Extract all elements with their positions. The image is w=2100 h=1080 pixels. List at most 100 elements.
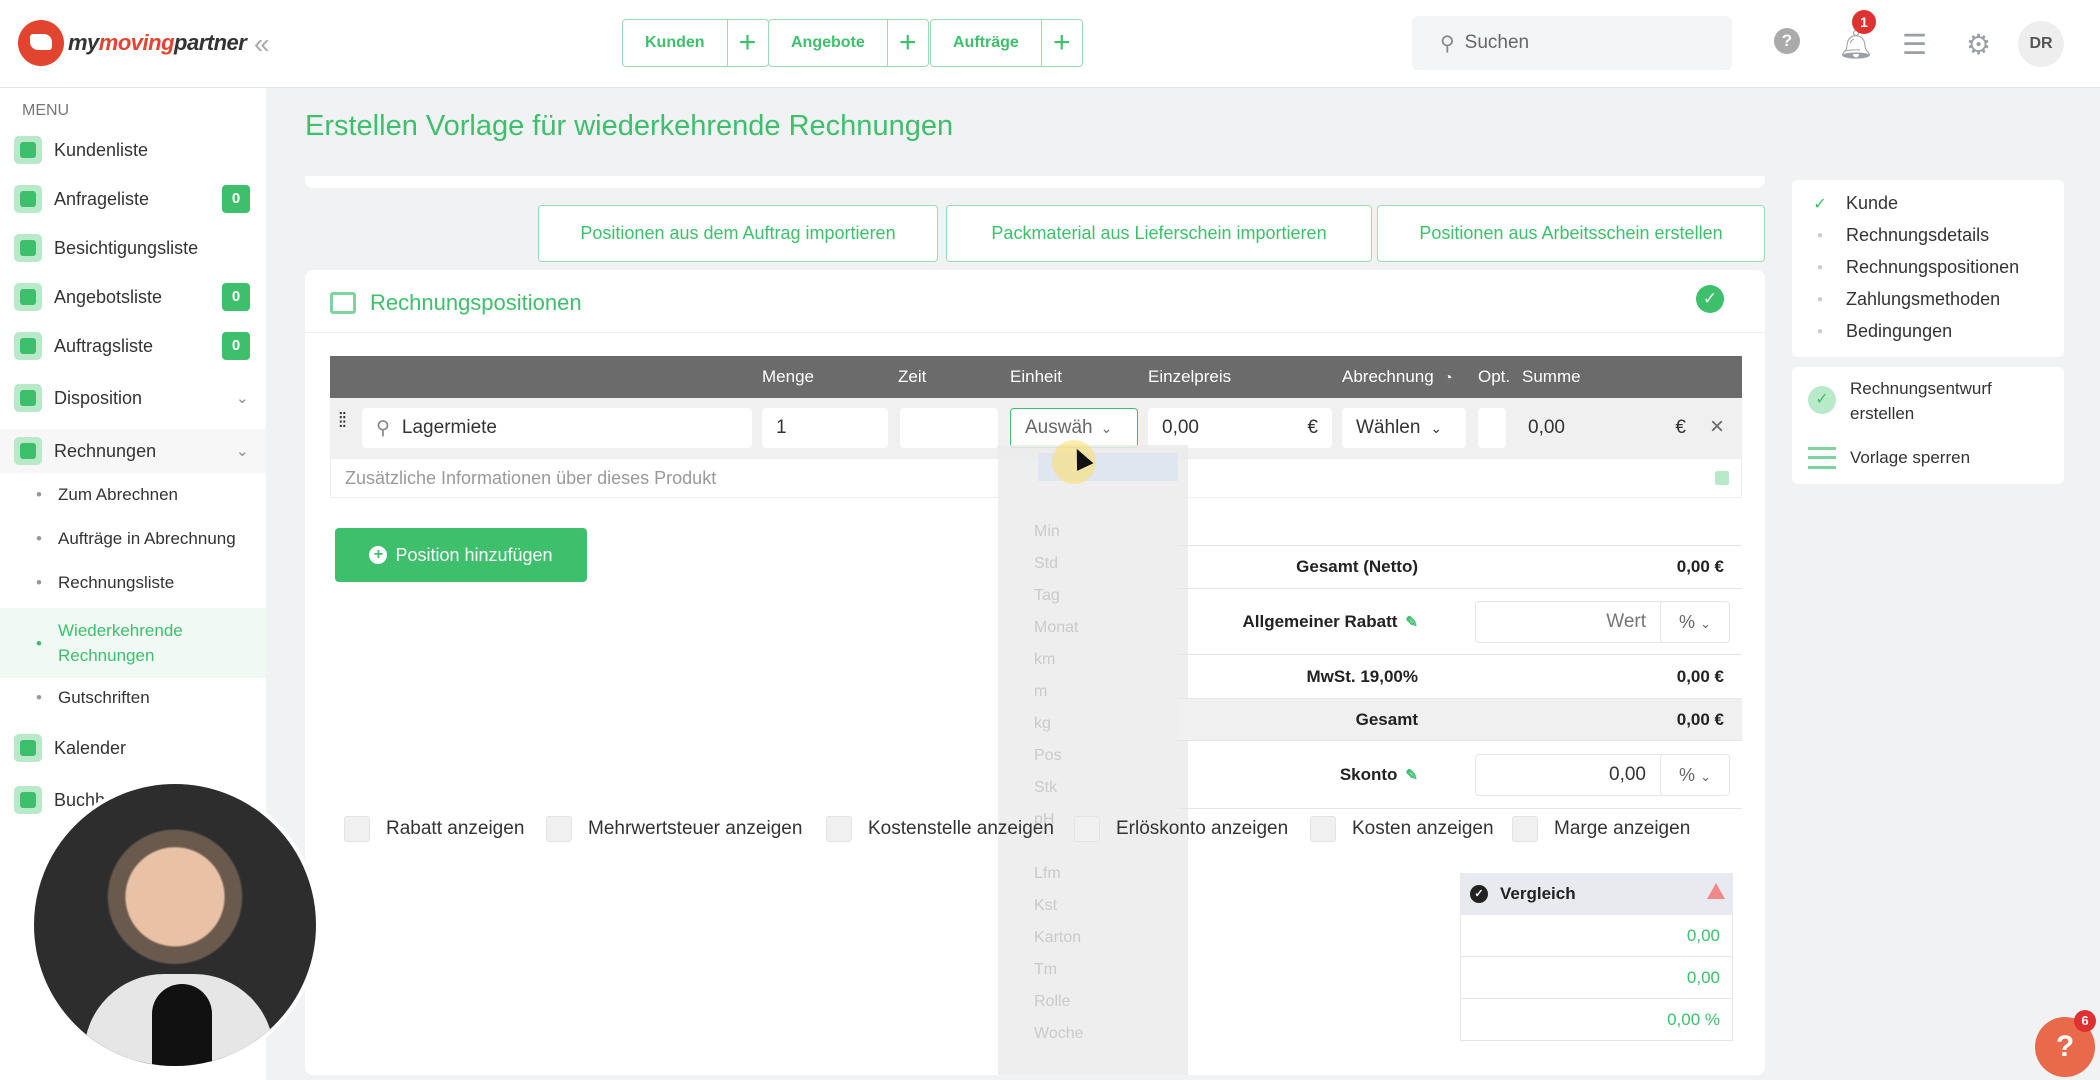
option-marge[interactable]: Marge anzeigen <box>1512 816 1690 842</box>
product-input[interactable] <box>401 417 752 439</box>
sidebar-sub-zum-abrechnen[interactable]: Zum Abrechnen <box>0 473 266 517</box>
edit-list-icon <box>330 292 356 314</box>
pencil-icon[interactable]: ✎ <box>1405 767 1418 784</box>
import-from-order-button[interactable]: Positionen aus dem Auftrag importieren <box>538 205 938 262</box>
pencil-icon[interactable]: ✎ <box>1405 614 1418 631</box>
remove-row-icon[interactable]: × <box>1710 413 1724 441</box>
step-zahlungsmethoden[interactable]: ● Zahlungsmethoden <box>1810 289 2000 310</box>
comparison-header[interactable]: ✓ Vergleich <box>1460 873 1733 915</box>
sidebar-item-anfrageliste[interactable]: Anfrageliste 0 <box>0 177 266 221</box>
checklist-icon[interactable]: ☰ <box>1902 28 1927 61</box>
sidebar-item-disposition[interactable]: Disposition ⌄ <box>0 376 266 420</box>
info-icon[interactable]: ◔ <box>1444 356 1452 398</box>
option-erloeskonto[interactable]: Erlöskonto anzeigen <box>1074 816 1288 842</box>
step-rechnungspositionen[interactable]: ● Rechnungspositionen <box>1810 257 2019 278</box>
option-kosten[interactable]: Kosten anzeigen <box>1310 816 1494 842</box>
menge-field[interactable] <box>762 408 888 448</box>
option-mwst[interactable]: Mehrwertsteuer anzeigen <box>546 816 802 842</box>
sidebar-sub-rechnungsliste[interactable]: Rechnungsliste <box>0 561 266 605</box>
dropdown-option[interactable]: Lfm <box>1034 865 1061 883</box>
skonto-value-input[interactable]: 0,00 <box>1475 754 1665 796</box>
optional-checkbox[interactable] <box>1478 408 1506 448</box>
zeit-input[interactable] <box>914 417 998 439</box>
dropdown-option[interactable]: Tag <box>1034 587 1060 605</box>
import-packing-material-button[interactable]: Packmaterial aus Lieferschein importiere… <box>946 205 1372 262</box>
skonto-label-group: Skonto ✎ <box>1340 765 1418 785</box>
help-glyph: ? <box>1774 28 1800 54</box>
help-icon[interactable]: ? <box>1774 28 1800 54</box>
menge-input[interactable] <box>776 417 888 439</box>
dropdown-option[interactable]: Stk <box>1034 779 1057 797</box>
zeit-field[interactable] <box>900 408 998 448</box>
create-draft-button[interactable]: ✓ Rechnungsentwurf erstellen <box>1808 376 2048 426</box>
dropdown-option[interactable]: kg <box>1034 715 1051 733</box>
sidebar-sub-wiederkehrende-rechnungen[interactable]: Wiederkehrende Rechnungen <box>0 608 266 678</box>
collapse-sidebar-icon[interactable]: « <box>254 28 270 60</box>
dropdown-option[interactable]: Kst <box>1034 897 1057 915</box>
sidebar-item-auftragsliste[interactable]: Auftragsliste 0 <box>0 324 266 368</box>
sidebar-item-kalender[interactable]: Kalender <box>0 726 266 770</box>
dropdown-option[interactable]: m <box>1034 683 1047 701</box>
create-from-worksheet-button[interactable]: Positionen aus Arbeitsschein erstellen <box>1377 205 1765 262</box>
checkbox[interactable] <box>344 816 370 842</box>
quick-angebote-button[interactable]: Angebote <box>769 20 888 66</box>
comparison-percent: 0,00 % <box>1460 999 1733 1041</box>
abrechnung-select[interactable]: Wählen ⌄ <box>1342 408 1466 448</box>
discount-value-input[interactable] <box>1475 601 1665 643</box>
add-angebot-icon[interactable]: + <box>888 20 928 66</box>
quick-auftraege-button[interactable]: Aufträge <box>931 20 1042 66</box>
discount-unit-select[interactable]: % ⌄ <box>1660 601 1730 643</box>
sidebar-item-kundenliste[interactable]: Kundenliste <box>0 128 266 172</box>
check-circle-icon: ✓ <box>1470 885 1488 903</box>
add-kunde-icon[interactable]: + <box>728 20 768 66</box>
quick-angebote: Angebote + <box>768 19 929 67</box>
avatar[interactable]: DR <box>2018 21 2064 67</box>
sidebar-item-angebotsliste[interactable]: Angebotsliste 0 <box>0 275 266 319</box>
signature-icon <box>14 332 42 360</box>
gear-icon[interactable]: ⚙ <box>1966 28 1991 61</box>
sidebar-sub-auftraege-in-abrechnung[interactable]: Aufträge in Abrechnung <box>0 517 266 561</box>
search-icon: ⚲ <box>376 417 390 439</box>
step-bedingungen[interactable]: ● Bedingungen <box>1810 321 1952 342</box>
quick-kunden-button[interactable]: Kunden <box>623 20 728 66</box>
add-position-button[interactable]: + Position hinzufügen <box>335 528 587 582</box>
search-input[interactable] <box>1464 32 1705 54</box>
dropdown-option[interactable]: Tm <box>1034 961 1057 979</box>
skonto-unit-select[interactable]: % ⌄ <box>1660 754 1730 796</box>
dropdown-option[interactable]: Woche <box>1034 1025 1084 1043</box>
product-search-field[interactable]: ⚲ <box>362 408 752 448</box>
dropdown-option[interactable]: Karton <box>1034 929 1081 947</box>
option-label: Kostenstelle anzeigen <box>868 818 1054 839</box>
total-net-label: Gesamt (Netto) <box>1296 557 1418 576</box>
summe-field: 0,00 € <box>1514 408 1700 448</box>
option-kostenstelle[interactable]: Kostenstelle anzeigen <box>826 816 1054 842</box>
dropdown-option[interactable]: Std <box>1034 555 1058 573</box>
sidebar-sub-gutschriften[interactable]: Gutschriften <box>0 676 266 720</box>
app-logo[interactable]: mymovingpartner <box>18 20 247 66</box>
checkbox[interactable] <box>1310 816 1336 842</box>
dropdown-option[interactable]: Monat <box>1034 619 1078 637</box>
dropdown-option[interactable]: Rolle <box>1034 993 1070 1011</box>
step-kunde[interactable]: ✓ Kunde <box>1810 193 1898 214</box>
step-rechnungsdetails[interactable]: ● Rechnungsdetails <box>1810 225 1989 246</box>
bell-icon[interactable]: 🔔︎ 1 <box>1838 10 1876 61</box>
step-label: Bedingungen <box>1846 321 1953 341</box>
dropdown-option[interactable]: Min <box>1034 523 1060 541</box>
einzelpreis-field[interactable]: 0,00 € <box>1148 408 1332 448</box>
drag-handle-icon[interactable]: ⁞⁞ <box>338 411 347 431</box>
checkbox[interactable] <box>1512 816 1538 842</box>
checkbox[interactable] <box>826 816 852 842</box>
add-auftrag-icon[interactable]: + <box>1042 20 1082 66</box>
dropdown-option[interactable]: km <box>1034 651 1055 669</box>
option-rabatt[interactable]: Rabatt anzeigen <box>344 816 524 842</box>
sidebar-item-besichtigungsliste[interactable]: Besichtigungsliste <box>0 226 266 270</box>
checkbox[interactable] <box>1074 816 1100 842</box>
vat-label: MwSt. 19,00% <box>1306 666 1419 686</box>
lock-template-button[interactable]: Vorlage sperren <box>1808 447 1970 469</box>
dropdown-option[interactable]: Pos <box>1034 747 1062 765</box>
sidebar-item-rechnungen[interactable]: Rechnungen ⌄ <box>0 429 266 473</box>
einheit-dropdown: Min Std Tag Monat km m kg Pos Stk pH Lfm… <box>998 445 1188 1075</box>
lock-template-icon <box>1808 447 1836 469</box>
text-format-icon[interactable] <box>1715 471 1729 485</box>
checkbox[interactable] <box>546 816 572 842</box>
